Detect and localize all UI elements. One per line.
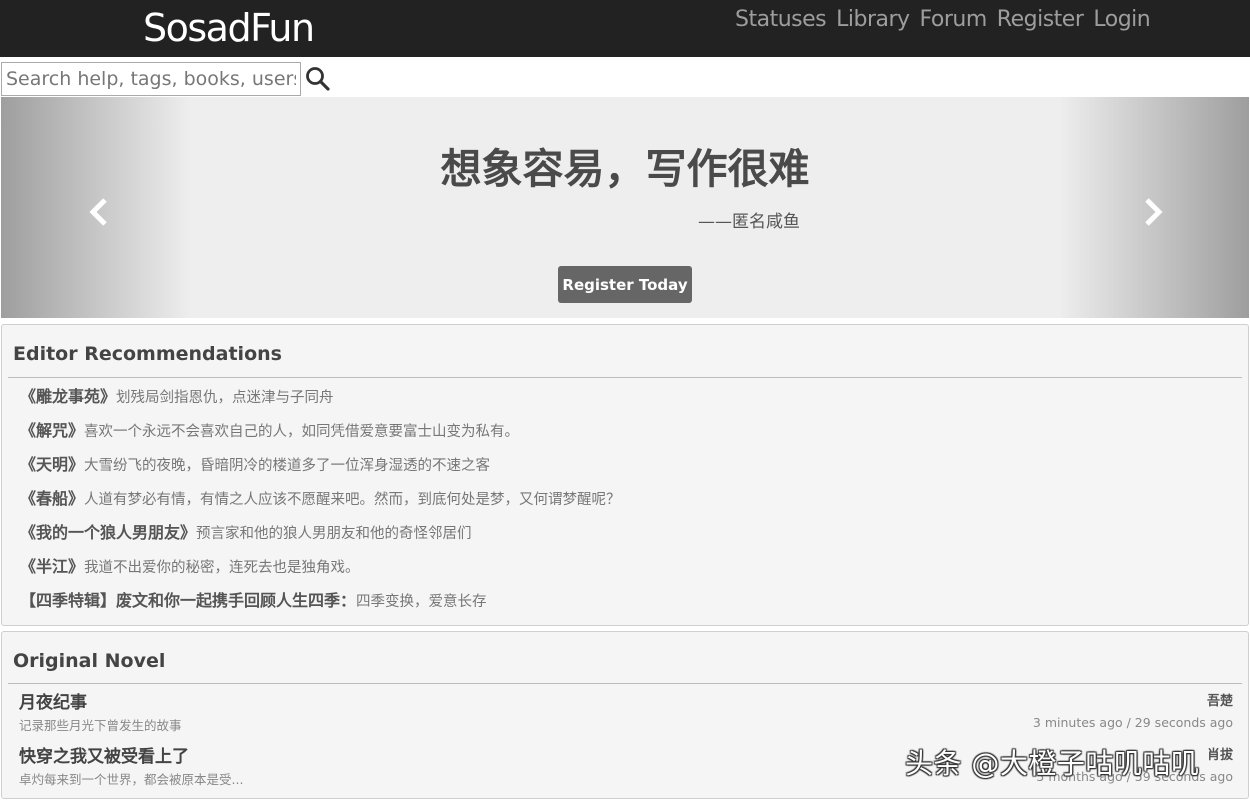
brand-logo[interactable]: SosadFun [143, 6, 315, 50]
recommendation-desc: 人道有梦必有情，有情之人应该不愿醒来吧。然而，到底何处是梦，又何谓梦醒呢？ [84, 492, 621, 508]
register-today-button[interactable]: Register Today [558, 266, 692, 303]
panel-title: Editor Recommendations [13, 343, 282, 365]
chevron-right-icon[interactable] [1141, 197, 1165, 227]
recommendation-item[interactable]: 《春船》人道有梦必有情，有情之人应该不愿醒来吧。然而，到底何处是梦，又何谓梦醒呢… [20, 485, 621, 519]
recommendation-item[interactable]: 《我的一个狼人男朋友》预言家和他的狼人男朋友和他的奇怪邻居们 [20, 519, 621, 553]
recommendation-item[interactable]: 《天明》大雪纷飞的夜晚，昏暗阴冷的楼道多了一位浑身湿透的不速之客 [20, 451, 621, 485]
hero-carousel: 想象容易，写作很难 ——匿名咸鱼 Register Today [1, 97, 1249, 318]
recommendation-item[interactable]: 《雕龙事苑》划残局剑指恩仇，点迷津与子同舟 [20, 383, 621, 417]
novel-brief: 卓灼每来到一个世界，都会被原本是受... [19, 772, 244, 787]
recommendation-desc: 预言家和他的狼人男朋友和他的奇怪邻居们 [196, 526, 472, 542]
recommendation-title[interactable]: 【四季特辑】废文和你一起携手回顾人生四季： [20, 591, 356, 610]
recommendation-title[interactable]: 《我的一个狼人男朋友》 [20, 523, 196, 542]
chevron-left-icon[interactable] [87, 197, 111, 227]
novel-timestamp: 3 minutes ago / 29 seconds ago [1032, 715, 1233, 730]
novel-title[interactable]: 月夜纪事 [19, 688, 87, 713]
recommendation-desc: 大雪纷飞的夜晚，昏暗阴冷的楼道多了一位浑身湿透的不速之客 [84, 458, 491, 474]
recommendation-title[interactable]: 《天明》 [20, 455, 84, 474]
editor-recommendations-panel: Editor Recommendations 《雕龙事苑》划残局剑指恩仇，点迷津… [1, 324, 1249, 626]
novel-author[interactable]: 吾楚 [1207, 690, 1233, 709]
carousel-attribution: ——匿名咸鱼 [698, 212, 800, 232]
search-input[interactable] [1, 62, 301, 96]
divider [8, 683, 1242, 684]
divider [8, 377, 1242, 378]
nav-login[interactable]: Login [1093, 7, 1150, 32]
recommendation-title[interactable]: 《解咒》 [20, 421, 84, 440]
search-icon[interactable] [305, 66, 331, 92]
novel-brief: 记录那些月光下曾发生的故事 [19, 718, 182, 733]
recommendation-desc: 我道不出爱你的秘密，连死去也是独角戏。 [84, 560, 360, 576]
main-nav: Statuses Library Forum Register Login [735, 7, 1151, 32]
novel-author[interactable]: 肖拔 [1207, 744, 1233, 763]
recommendation-desc: 划残局剑指恩仇，点迷津与子同舟 [116, 390, 334, 406]
recommendation-desc: 四季变换，爱意长存 [356, 594, 487, 610]
recommendation-item[interactable]: 《半江》我道不出爱你的秘密，连死去也是独角戏。 [20, 553, 621, 587]
recommendation-title[interactable]: 《雕龙事苑》 [20, 387, 116, 406]
nav-library[interactable]: Library [836, 7, 910, 32]
recommendation-desc: 喜欢一个永远不会喜欢自己的人，如同凭借爱意要富士山变为私有。 [84, 424, 520, 440]
novel-item[interactable]: 月夜纪事 记录那些月光下曾发生的故事 吾楚 3 minutes ago / 29… [19, 688, 1233, 740]
recommendation-title[interactable]: 《半江》 [20, 557, 84, 576]
recommendation-list: 《雕龙事苑》划残局剑指恩仇，点迷津与子同舟 《解咒》喜欢一个永远不会喜欢自己的人… [20, 383, 621, 621]
recommendation-item[interactable]: 《解咒》喜欢一个永远不会喜欢自己的人，如同凭借爱意要富士山变为私有。 [20, 417, 621, 451]
carousel-slogan: 想象容易，写作很难 [440, 145, 810, 193]
top-navbar: SosadFun Statuses Library Forum Register… [0, 0, 1250, 57]
recommendation-item[interactable]: 【四季特辑】废文和你一起携手回顾人生四季：四季变换，爱意长存 [20, 587, 621, 621]
recommendation-title[interactable]: 《春船》 [20, 489, 84, 508]
nav-register[interactable]: Register [997, 7, 1084, 32]
watermark: 头条 @大橙子咕叽咕叽 [905, 747, 1200, 780]
panel-title: Original Novel [13, 650, 166, 672]
nav-forum[interactable]: Forum [920, 7, 988, 32]
novel-title[interactable]: 快穿之我又被受看上了 [19, 742, 189, 767]
nav-statuses[interactable]: Statuses [735, 7, 827, 32]
